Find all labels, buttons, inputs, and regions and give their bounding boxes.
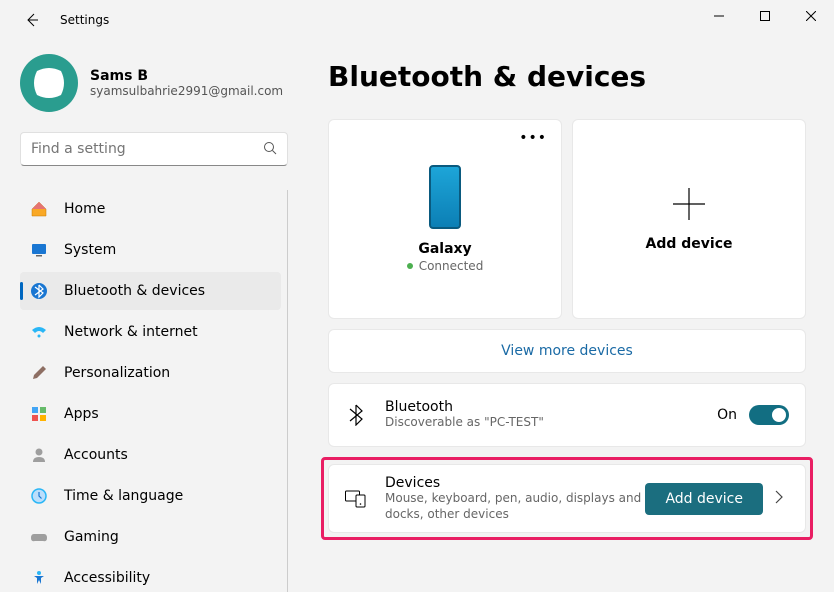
sidebar-item-label: Personalization [64, 365, 170, 381]
view-more-devices-button[interactable]: View more devices [328, 329, 806, 373]
phone-icon [429, 165, 461, 229]
toggle-label: On [717, 407, 737, 423]
maximize-button[interactable] [742, 0, 788, 32]
bluetooth-title: Bluetooth [385, 399, 717, 415]
devices-title: Devices [385, 475, 645, 491]
sidebar-item-accessibility[interactable]: Accessibility [20, 559, 281, 592]
sidebar-item-label: System [64, 242, 116, 258]
brush-icon [30, 364, 48, 382]
home-icon [30, 200, 48, 218]
bluetooth-icon [30, 282, 48, 300]
user-block[interactable]: Sams B syamsulbahrie2991@gmail.com [20, 54, 288, 112]
highlight-box: Devices Mouse, keyboard, pen, audio, dis… [321, 457, 813, 540]
sidebar-item-personalization[interactable]: Personalization [20, 354, 281, 392]
bluetooth-toggle-row[interactable]: Bluetooth Discoverable as "PC-TEST" On [328, 383, 806, 447]
wifi-icon [30, 323, 48, 341]
sidebar-item-label: Network & internet [64, 324, 198, 340]
globe-icon [30, 487, 48, 505]
user-name: Sams B [90, 68, 283, 84]
bluetooth-icon [345, 404, 367, 426]
sidebar-item-system[interactable]: System [20, 231, 281, 269]
sidebar-item-network[interactable]: Network & internet [20, 313, 281, 351]
sidebar-item-time[interactable]: Time & language [20, 477, 281, 515]
back-button[interactable] [20, 8, 44, 32]
sidebar-item-home[interactable]: Home [20, 190, 281, 228]
sidebar-item-label: Accounts [64, 447, 128, 463]
device-status: Connected [407, 259, 484, 273]
sidebar-item-label: Gaming [64, 529, 119, 545]
sidebar-item-label: Time & language [64, 488, 183, 504]
add-device-card[interactable]: Add device [572, 119, 806, 319]
sidebar-item-apps[interactable]: Apps [20, 395, 281, 433]
devices-sub: Mouse, keyboard, pen, audio, displays an… [385, 491, 645, 522]
gamepad-icon [30, 528, 48, 546]
apps-icon [30, 405, 48, 423]
devices-row[interactable]: Devices Mouse, keyboard, pen, audio, dis… [328, 464, 806, 533]
sidebar-item-label: Home [64, 201, 105, 217]
avatar [20, 54, 78, 112]
close-button[interactable] [788, 0, 834, 32]
minimize-button[interactable] [696, 0, 742, 32]
add-device-label: Add device [646, 236, 733, 252]
accessibility-icon [30, 569, 48, 587]
sidebar-item-gaming[interactable]: Gaming [20, 518, 281, 556]
page-title: Bluetooth & devices [328, 60, 806, 93]
bluetooth-sub: Discoverable as "PC-TEST" [385, 415, 717, 431]
devices-icon [345, 490, 367, 508]
sidebar-item-accounts[interactable]: Accounts [20, 436, 281, 474]
search-icon [263, 140, 277, 159]
app-title: Settings [60, 13, 109, 27]
sidebar-item-label: Accessibility [64, 570, 150, 586]
device-card[interactable]: ••• Galaxy Connected [328, 119, 562, 319]
person-icon [30, 446, 48, 464]
user-email: syamsulbahrie2991@gmail.com [90, 84, 283, 98]
nav-list: Home System Bluetooth & devices Network … [20, 190, 288, 592]
more-icon[interactable]: ••• [519, 130, 547, 146]
search-input[interactable] [31, 141, 263, 157]
search-box[interactable] [20, 132, 288, 166]
bluetooth-toggle[interactable] [749, 405, 789, 425]
system-icon [30, 241, 48, 259]
sidebar-item-label: Bluetooth & devices [64, 283, 205, 299]
plus-icon [671, 186, 707, 222]
add-device-button[interactable]: Add device [645, 483, 763, 515]
chevron-right-icon[interactable] [775, 489, 789, 508]
sidebar-item-label: Apps [64, 406, 99, 422]
sidebar-item-bluetooth[interactable]: Bluetooth & devices [20, 272, 281, 310]
device-name: Galaxy [418, 241, 471, 257]
